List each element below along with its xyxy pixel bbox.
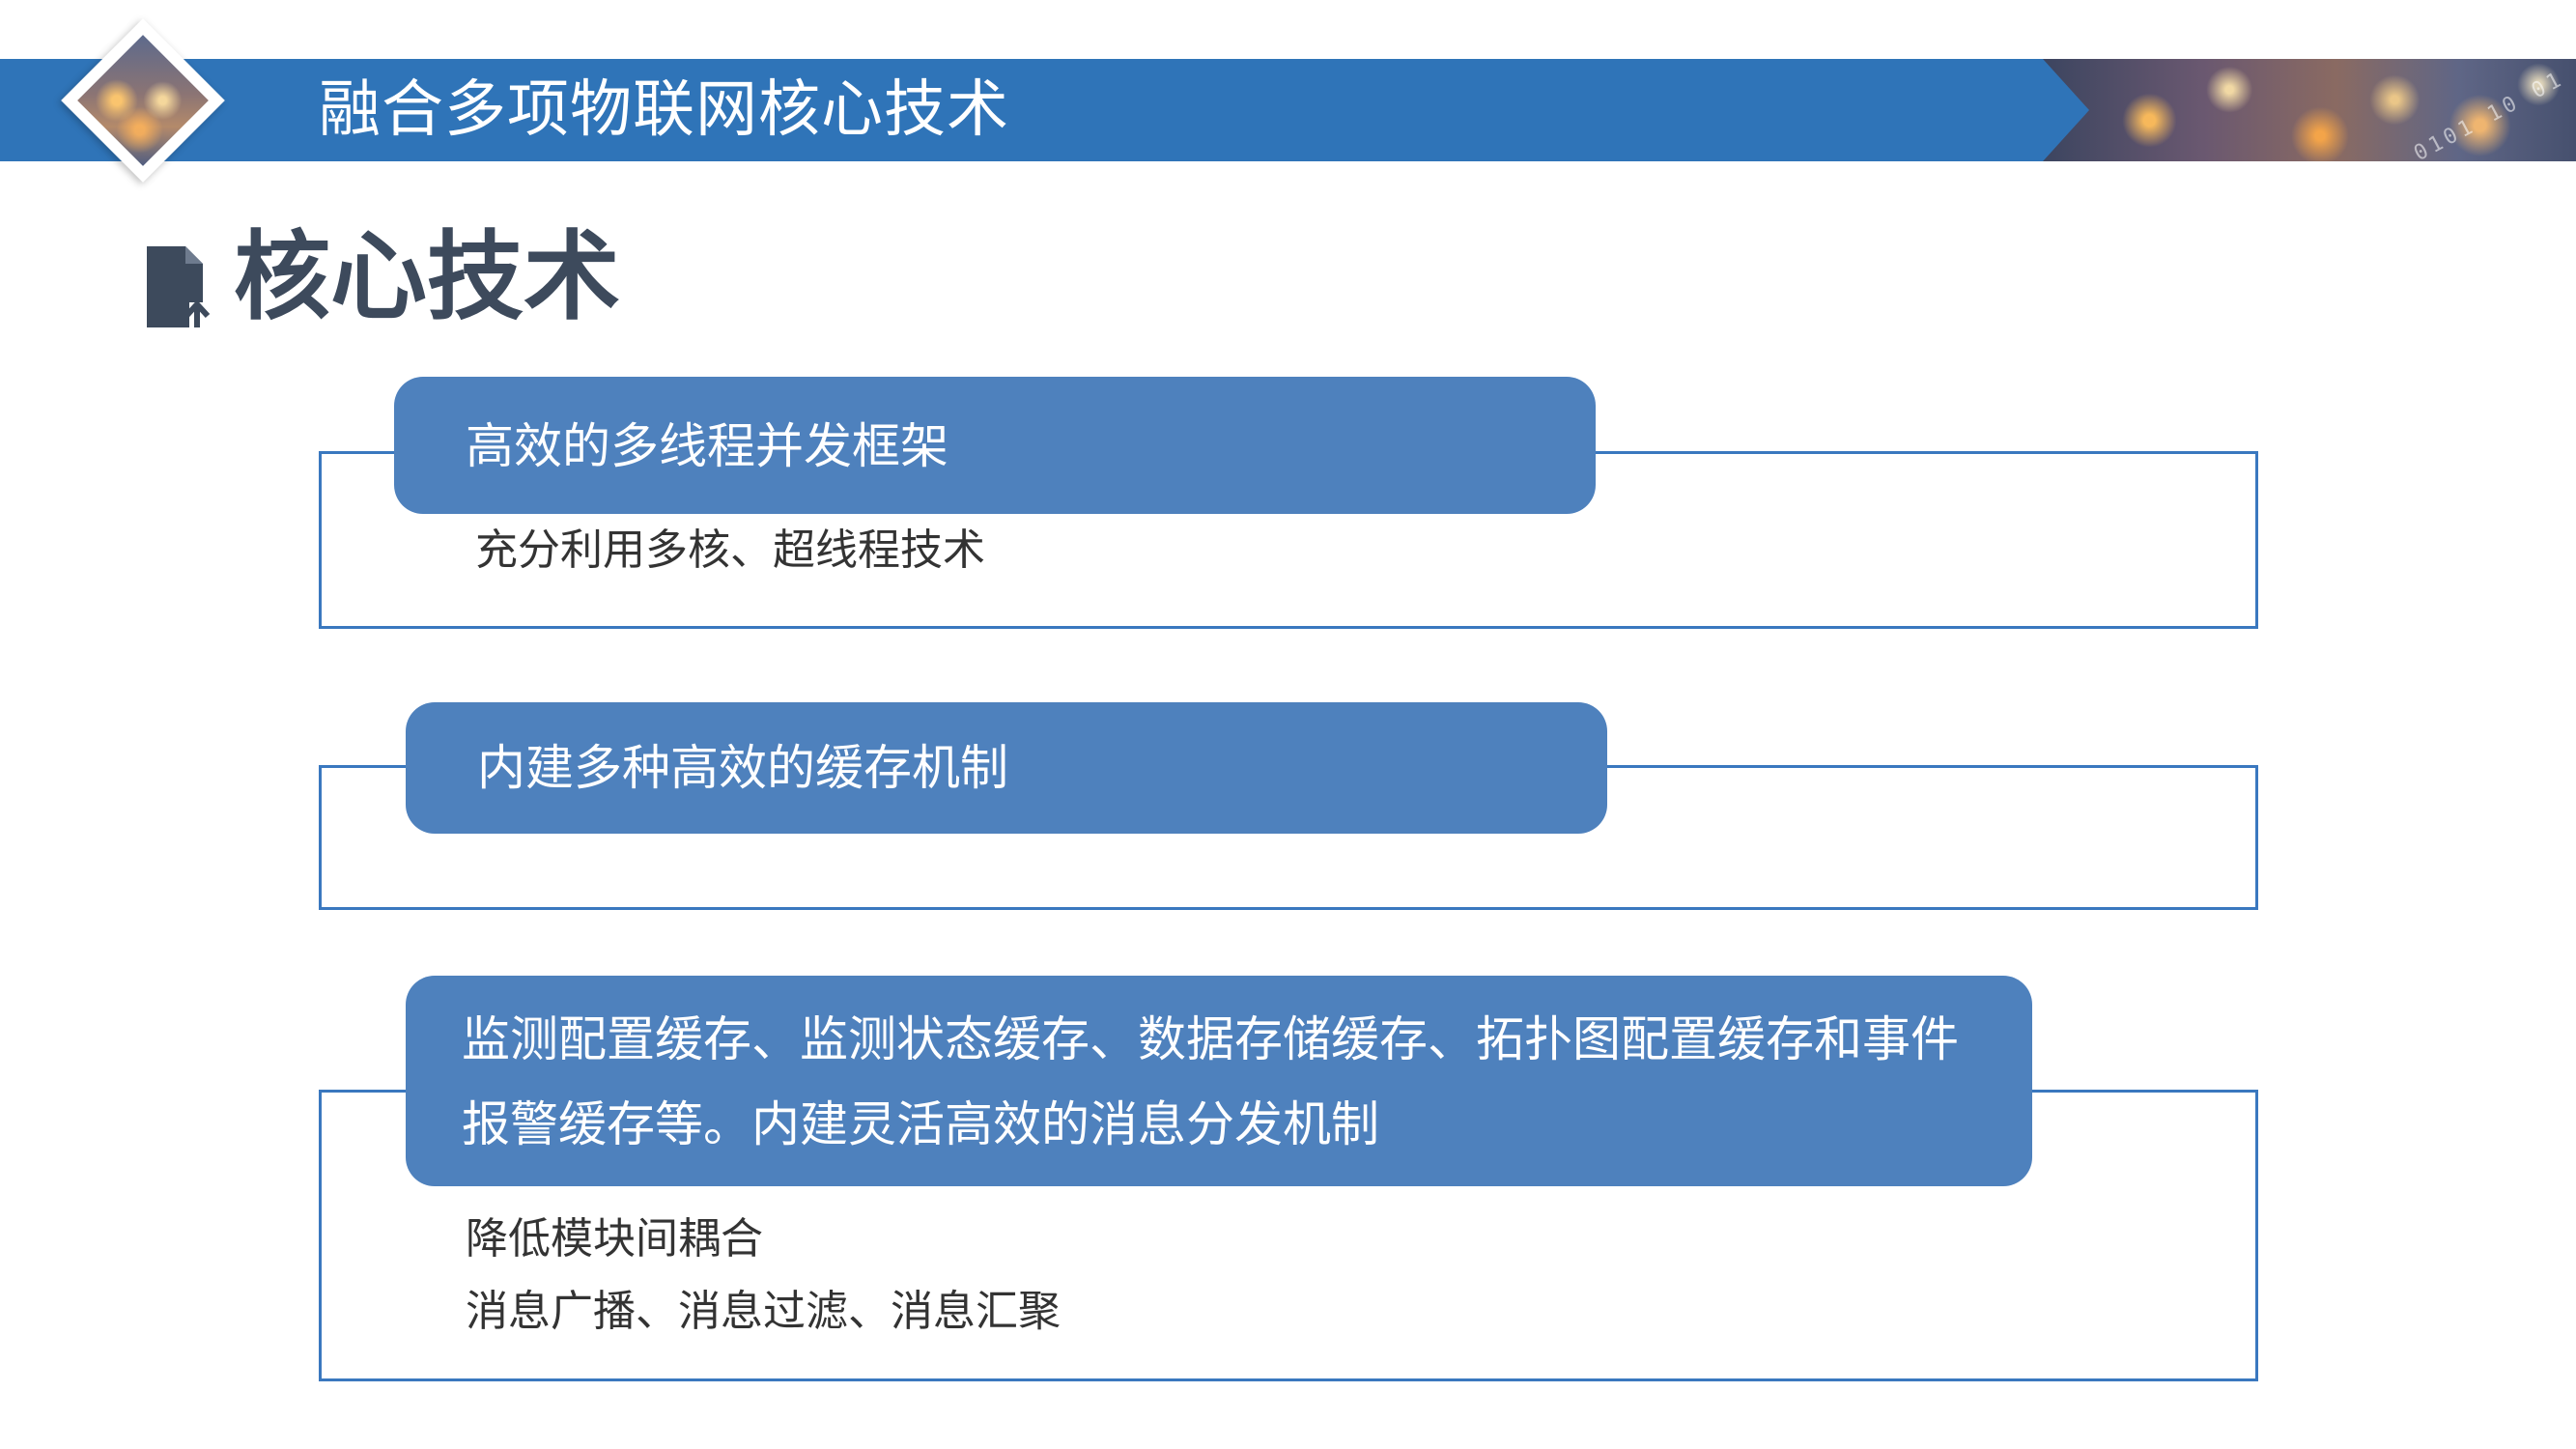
city-night-image: 0101 10 01 — [2043, 59, 2576, 161]
feature-title-messaging: 监测配置缓存、监测状态缓存、数据存储缓存、拓扑图配置缓存和事件 报警缓存等。内建… — [406, 976, 2032, 1186]
feature-title-text: 高效的多线程并发框架 — [466, 418, 948, 474]
feature-title-multithread: 高效的多线程并发框架 — [394, 377, 1596, 514]
feature-detail: 消息广播、消息过滤、消息汇聚 — [466, 1287, 1061, 1336]
slide-title: 融合多项物联网核心技术 — [319, 74, 1009, 146]
feature-title-line: 监测配置缓存、监测状态缓存、数据存储缓存、拓扑图配置缓存和事件 — [462, 1011, 1959, 1067]
section-heading: 核心技术 — [234, 220, 620, 333]
feature-title-line: 报警缓存等。内建灵活高效的消息分发机制 — [462, 1096, 1379, 1152]
feature-title-cache: 内建多种高效的缓存机制 — [406, 702, 1607, 834]
feature-detail: 充分利用多核、超线程技术 — [475, 526, 985, 575]
binary-digits-decoration: 0101 10 01 — [2409, 67, 2568, 167]
feature-detail: 降低模块间耦合 — [466, 1214, 763, 1264]
document-upload-icon — [147, 246, 211, 327]
feature-title-text: 内建多种高效的缓存机制 — [477, 740, 1008, 796]
